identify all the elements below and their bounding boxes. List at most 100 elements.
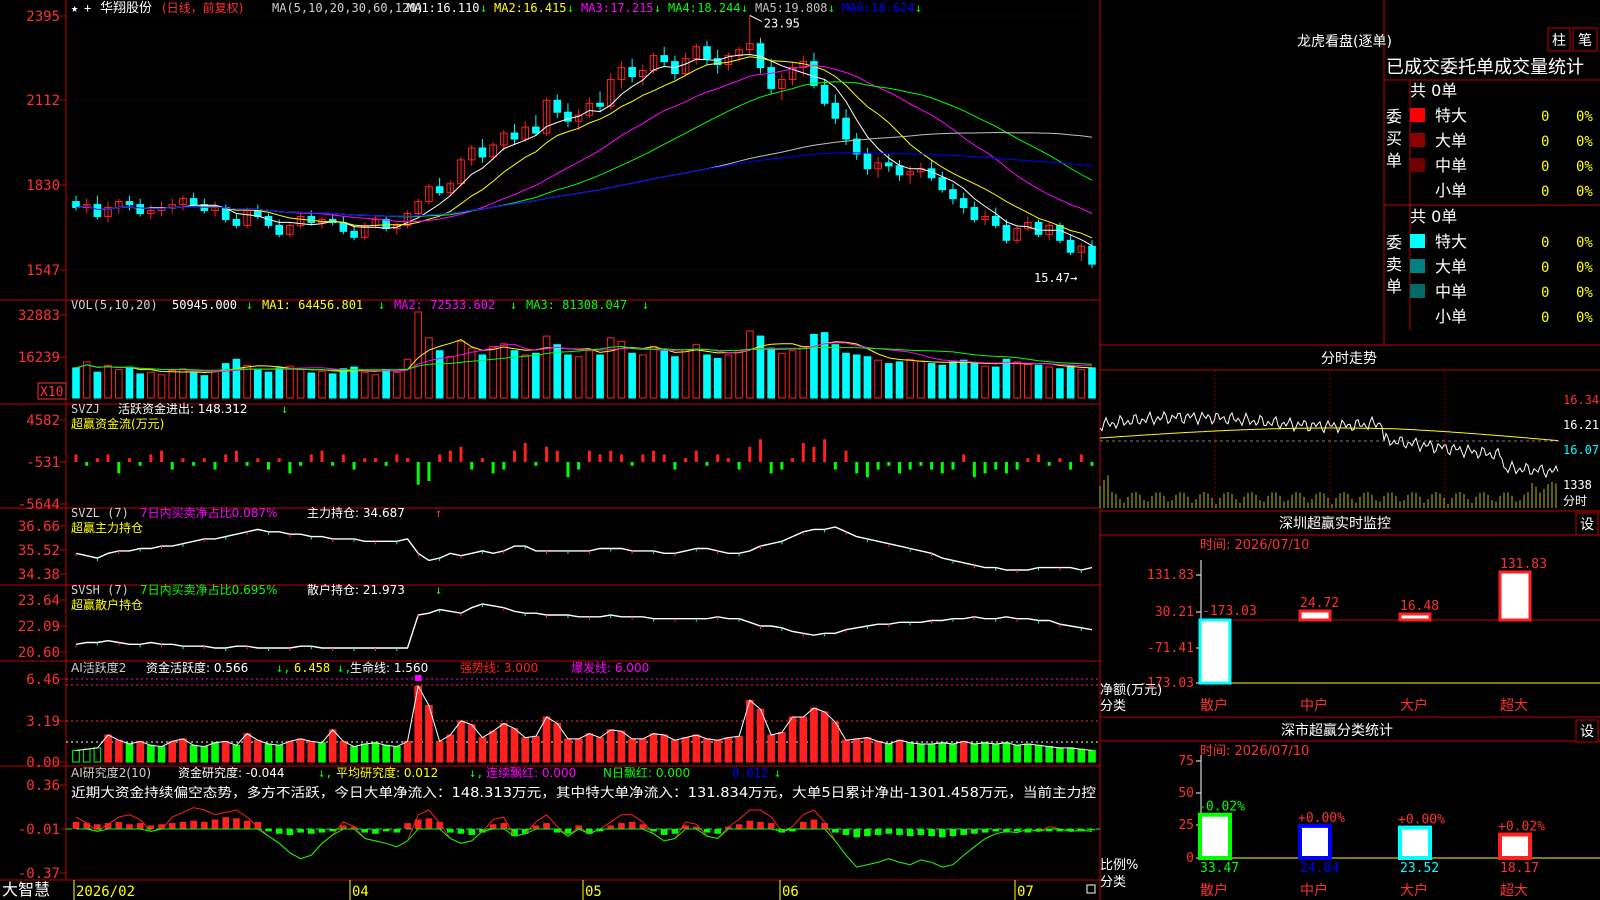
buy-side-label: 买: [1386, 129, 1402, 148]
ai-active-bar: [382, 744, 390, 763]
star-icon[interactable]: ★: [71, 1, 78, 15]
ai-research-bar: [243, 820, 251, 829]
sell-row-name: 小单: [1435, 307, 1467, 326]
candle-down: [959, 198, 968, 209]
vol-bar-up: [585, 350, 594, 399]
ai-research-bar: [971, 829, 978, 834]
classify-change: +0.02%: [1498, 820, 1545, 835]
vol-bar-down: [596, 354, 604, 399]
classify-title: 深市超赢分类统计: [1281, 722, 1393, 739]
ai-research-bar: [714, 829, 721, 834]
panel-frames: [0, 0, 1600, 900]
classify-ratio-label: 比例%: [1100, 858, 1138, 873]
classify-time: 时间: 2026/07/10: [1200, 744, 1309, 759]
ai-active-bar: [1002, 742, 1011, 763]
svzj-panel[interactable]: 4582 -531 -5644: [18, 413, 1094, 513]
vol-bar-down: [125, 366, 134, 399]
volume-panel[interactable]: 32883 16239 X10: [18, 308, 1096, 400]
vol-bar-down: [275, 367, 284, 399]
ai-active-burst: 爆发线: 6.000: [571, 660, 649, 675]
ai-burst-marker: [414, 675, 422, 681]
vol-bar-up: [425, 337, 433, 399]
ai-active-panel[interactable]: 6.46 3.19 0.00: [26, 672, 1100, 771]
tick-view-label: 笔: [1578, 33, 1592, 49]
ai-active-bar: [350, 746, 358, 763]
price-y-tick: 1830: [26, 178, 60, 194]
ai-research-bar: [307, 829, 315, 834]
ai-active-bar: [863, 737, 872, 763]
svsh-hold: 散户持仓: 21.973: [307, 582, 405, 597]
ai-active-strong: 强势线: 3.000: [460, 661, 538, 675]
ai-active-bar: [852, 738, 861, 763]
vol-bar-up: [82, 361, 91, 399]
sell-row-qty: 0: [1541, 285, 1549, 301]
ai-research-bar: [318, 829, 326, 833]
candle-down: [703, 46, 711, 60]
vol-bar-down: [671, 356, 679, 399]
vol-bar-up: [1013, 361, 1021, 399]
intraday-unit: 分时: [1563, 494, 1587, 508]
ai-active-bar: [499, 722, 508, 763]
chart-canvas[interactable]: 2395 2112 1830 1547 23.95 15.47→ 32883 16239 X1…: [0, 0, 1600, 900]
ai-active-bar: [681, 737, 690, 763]
ma-label-5: MA5:: [755, 1, 784, 15]
right-sidebar[interactable]: 131.8330.21-71.41-173.03-173.03散户24.72中户…: [1099, 370, 1600, 899]
vol-bar-up: [489, 345, 497, 399]
ai-active-bar: [606, 729, 615, 763]
ma-value-6: 18.624: [871, 1, 914, 15]
buy-row-qty: 0: [1541, 184, 1549, 200]
ai-research-r5: 0.012: [732, 766, 768, 780]
ai-research-bar: [126, 824, 133, 829]
vol-bar-up: [617, 340, 626, 399]
vol-bar-down: [136, 373, 144, 399]
price-panel[interactable]: 2395 2112 1830 1547 23.95 15.47→: [26, 9, 1100, 285]
buy-row-qty: 0: [1541, 134, 1549, 150]
brand-label: 大智慧: [2, 880, 50, 899]
lock-icon[interactable]: [1086, 884, 1096, 894]
sell-row-pct: 0%: [1576, 310, 1593, 326]
candle-down: [125, 201, 134, 206]
ma-label-3: MA3:: [581, 1, 610, 15]
ai-research-bar: [543, 823, 550, 829]
candle-down: [767, 67, 775, 89]
monitor-bar-2: [1398, 612, 1432, 622]
plus-icon[interactable]: +: [84, 1, 91, 15]
buy-side-label: 单: [1386, 151, 1402, 170]
ai-research-bar: [746, 820, 754, 829]
price-header: ★ + 华翔股份 (日线，前复权) MA(5,10,20,30,60,120) …: [71, 0, 922, 16]
ai-research-label: AI研究度2(10): [71, 765, 151, 780]
svsh-arrow: ↓: [435, 583, 442, 597]
vol-bar-down: [1034, 364, 1043, 399]
vol-bar-up: [542, 335, 551, 399]
classify-value: 18.17: [1500, 861, 1539, 876]
monitor-cat: 超大: [1500, 698, 1528, 714]
candle-down: [938, 177, 947, 191]
ma-value-1: 16.110: [436, 1, 479, 15]
ai-active-bar: [403, 740, 412, 763]
buy-swatch-0: [1410, 108, 1425, 122]
candle-down: [628, 67, 636, 77]
intraday-tick-mid: 16.21: [1563, 418, 1599, 432]
intraday-panel[interactable]: 分时走势 16.34 16.21 16.07 1338 分时: [1321, 351, 1599, 508]
ai-active-bar: [521, 737, 529, 763]
buy-row-name: 中单: [1435, 156, 1467, 175]
ai-research-bar: [960, 829, 967, 835]
ai-research-bar: [564, 829, 572, 834]
svsh-panel[interactable]: 23.64 22.09 20.60: [18, 593, 1093, 661]
ma-line-60: [75, 131, 1093, 217]
vol-bar-up: [574, 356, 583, 399]
vol-bar-down: [1066, 365, 1075, 399]
ma-arrow-6: ↓: [915, 1, 922, 15]
ai-research-arrow1: ↓,: [318, 766, 332, 780]
ai-research-bar: [211, 819, 219, 829]
ma-arrow-3: ↓: [654, 1, 661, 15]
vol-bar-up: [286, 365, 294, 399]
ai-active-line1: 资金活跃度: 0.566: [146, 660, 248, 675]
ai-research-bar: [136, 823, 144, 829]
intraday-avg-line: [1099, 427, 1559, 442]
vol-bar-down: [810, 333, 818, 399]
ai-active-bar: [778, 731, 786, 763]
buy-row-name: 特大: [1435, 106, 1467, 125]
ai-active-y-tick: 3.19: [26, 714, 60, 730]
svzl-panel[interactable]: 36.66 35.52 34.38: [18, 519, 1093, 583]
